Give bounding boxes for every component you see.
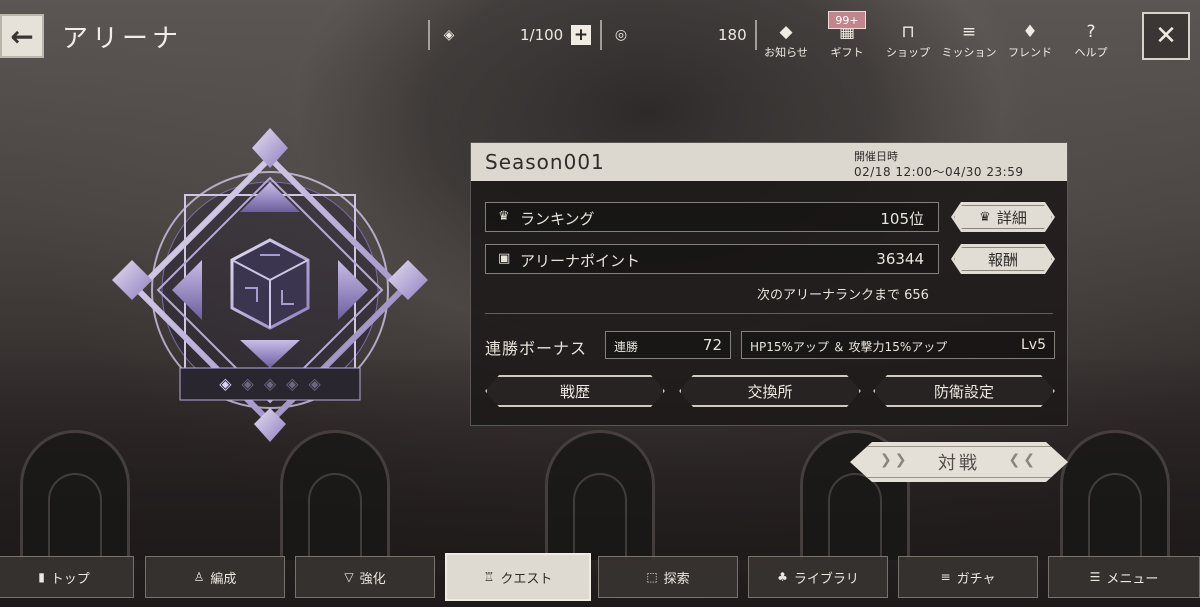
background-arch (1060, 430, 1170, 560)
notice-button[interactable]: ◆ お知らせ (756, 20, 816, 60)
divider (428, 20, 430, 50)
help-button[interactable]: ? ヘルプ (1061, 20, 1121, 60)
ranking-row: ♛ ランキング 105位 (485, 202, 939, 232)
rank-pip-empty: ◈ (263, 374, 277, 393)
streak-level: Lv5 (1021, 337, 1046, 353)
close-button[interactable]: ✕ (1142, 12, 1190, 60)
rank-pip-filled: ◈ (219, 374, 232, 393)
rank-pips: ◈ ◈ ◈ ◈ ◈ (200, 374, 340, 394)
streak-count-label: 連勝 (614, 340, 639, 354)
period-label: 開催日時 (854, 150, 898, 163)
chevron-left-icon: ❮❮ (1008, 452, 1038, 468)
period-value: 02/18 12:00～04/30 23:59 (854, 165, 1024, 179)
nav-enhance[interactable]: ▽ 強化 (295, 556, 435, 598)
mission-icon: ≡ (961, 22, 977, 42)
gacha-icon: ≡ (940, 570, 951, 584)
nav-library[interactable]: ♣ ライブラリ (748, 556, 888, 598)
back-button[interactable]: ← (0, 14, 44, 58)
next-rank-text: 次のアリーナランクまで 656 (757, 288, 929, 303)
currency-icon: ◎ (614, 27, 628, 43)
cube-icon: ▣ (498, 251, 511, 266)
bottom-navigation: ▮ トップ ♙ 編成 ▽ 強化 ♖ クエスト ⬚ 探索 ♣ ライブラリ ≡ ガチ… (0, 553, 1200, 607)
battle-button[interactable]: ❯❯ 対戦 ❮❮ (850, 442, 1068, 482)
help-icon: ? (1086, 22, 1096, 42)
arena-points-value: 36344 (876, 250, 924, 268)
defense-setting-button[interactable]: 防衛設定 (873, 375, 1055, 407)
season-title: Season001 (485, 150, 605, 174)
nav-gacha[interactable]: ≡ ガチャ (898, 556, 1038, 598)
friend-icon: ♦ (1022, 22, 1038, 42)
arena-points-label: アリーナポイント (520, 252, 641, 270)
library-icon: ♣ (777, 570, 788, 584)
shop-button[interactable]: ⊓ ショップ (878, 20, 938, 60)
quest-icon: ♖ (483, 570, 495, 584)
enhance-icon: ▽ (344, 570, 354, 584)
streak-bonus-text: HP15%アップ ＆ 攻撃力15%アップ (750, 340, 948, 354)
background-arch (545, 430, 655, 560)
divider (600, 20, 602, 50)
top-icon: ▮ (38, 570, 45, 584)
rank-pip-empty: ◈ (241, 374, 254, 393)
menu-icon: ☰ (1089, 570, 1101, 584)
add-stamina-button[interactable]: + (571, 25, 591, 45)
mission-button[interactable]: ≡ ミッション (939, 20, 999, 60)
streak-bonus-label: 連勝ボーナス (485, 339, 588, 358)
nav-menu[interactable]: ☰ メニュー (1048, 556, 1200, 598)
exchange-button[interactable]: 交換所 (679, 375, 861, 407)
gift-badge: 99+ (828, 11, 866, 29)
nav-formation[interactable]: ♙ 編成 (145, 556, 285, 598)
explore-icon: ⬚ (646, 570, 658, 584)
divider (485, 313, 1053, 314)
crown-icon: ♛ (979, 209, 991, 225)
reward-button[interactable]: 報酬 (951, 244, 1055, 274)
battle-history-button[interactable]: 戦歴 (485, 375, 665, 407)
panel-header: Season001 開催日時 02/18 12:00～04/30 23:59 (471, 143, 1067, 181)
stamina-value: 1/100 (520, 26, 564, 44)
friend-button[interactable]: ♦ フレンド (1000, 20, 1060, 60)
arena-info-panel: Season001 開催日時 02/18 12:00～04/30 23:59 ♛… (470, 142, 1068, 426)
chevron-right-icon: ❯❯ (880, 452, 910, 468)
shop-icon: ⊓ (901, 22, 915, 42)
page-title: アリーナ (62, 24, 183, 54)
top-bar: ← アリーナ ◈ 1/100 + ◎ 180 ◆ お知らせ ▦ ギフト 99+ … (0, 0, 1200, 70)
nav-explore[interactable]: ⬚ 探索 (598, 556, 738, 598)
arena-rank-emblem: ◈ ◈ ◈ ◈ ◈ (110, 120, 430, 450)
streak-count-box: 連勝 72 (605, 331, 731, 359)
nav-top[interactable]: ▮ トップ (0, 556, 134, 598)
streak-count-value: 72 (702, 336, 722, 354)
crown-icon: ♛ (498, 209, 510, 224)
notice-icon: ◆ (779, 22, 793, 42)
arena-points-row: ▣ アリーナポイント 36344 (485, 244, 939, 274)
rank-pip-empty: ◈ (286, 374, 299, 393)
rank-pip-empty: ◈ (308, 374, 321, 393)
streak-bonus-box: HP15%アップ ＆ 攻撃力15%アップ Lv5 (741, 331, 1055, 359)
currency-value: 180 (718, 26, 747, 44)
nav-quest[interactable]: ♖ クエスト (445, 553, 591, 601)
formation-icon: ♙ (193, 570, 205, 584)
ranking-label: ランキング (520, 210, 595, 228)
crossed-swords-icon: ✕ (1155, 21, 1177, 51)
ranking-detail-button[interactable]: ♛ 詳細 (951, 202, 1055, 232)
stamina-icon: ◈ (443, 27, 455, 43)
arrow-left-icon: ← (10, 19, 34, 53)
ranking-value: 105位 (880, 210, 924, 228)
